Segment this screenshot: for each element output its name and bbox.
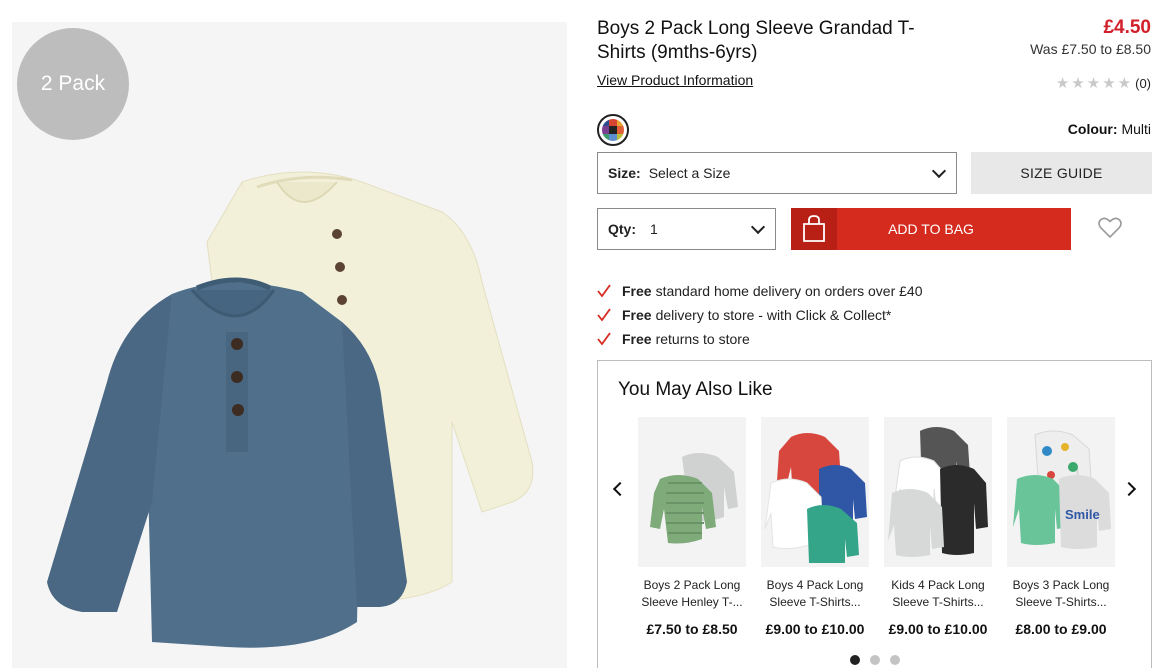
you-may-also-like-panel: You May Also Like Boys 2 Pack Long Sleev… — [597, 360, 1152, 668]
size-label: Size: — [608, 165, 641, 181]
recommendation-card[interactable]: Kids 4 Pack Long Sleeve T-Shirts... £9.0… — [884, 417, 992, 637]
quantity-value: 1 — [650, 221, 658, 237]
recommendation-price: £9.00 to £10.00 — [888, 621, 988, 637]
check-icon — [597, 332, 611, 346]
recommendation-name: Boys 2 Pack Long Sleeve Henley T-... — [641, 578, 743, 609]
recommendation-image — [761, 417, 869, 567]
recommendation-name: Kids 4 Pack Long Sleeve T-Shirts... — [891, 578, 985, 609]
rating-count: (0) — [1135, 76, 1151, 91]
recommendation-image — [884, 417, 992, 567]
recommendation-price: £7.50 to £8.50 — [646, 621, 738, 637]
benefit-bold: Free — [622, 307, 652, 323]
recommendations-title: You May Also Like — [618, 379, 773, 400]
bag-icon — [791, 208, 837, 250]
quantity-label: Qty: — [608, 221, 636, 237]
recommendation-name: Boys 4 Pack Long Sleeve T-Shirts... — [766, 578, 864, 609]
recommendation-image — [638, 417, 746, 567]
recommendation-name: Boys 3 Pack Long Sleeve T-Shirts... — [1012, 578, 1110, 609]
star-icon: ★ — [1071, 75, 1085, 92]
view-product-information-link[interactable]: View Product Information — [597, 72, 753, 88]
benefit-bold: Free — [622, 331, 652, 347]
recommendation-card[interactable]: Smile Boys 3 Pack Long Sleeve T-Shirts..… — [1007, 417, 1115, 637]
check-icon — [597, 284, 611, 298]
colour-value: Multi — [1121, 121, 1151, 137]
benefit-bold: Free — [622, 283, 652, 299]
star-icon: ★ — [1117, 75, 1132, 92]
chevron-right-icon[interactable] — [1121, 479, 1141, 499]
was-price: Was £7.50 to £8.50 — [1030, 41, 1151, 57]
svg-text:Smile: Smile — [1065, 507, 1100, 522]
pack-badge: 2 Pack — [17, 28, 129, 140]
colour-label: Colour: Multi — [1068, 121, 1151, 137]
benefit-item: Free returns to store — [597, 327, 923, 351]
rating-stars[interactable]: ★ ★ ★ ★ ★ (0) — [1056, 76, 1151, 91]
benefit-text: returns to store — [655, 331, 750, 347]
add-to-bag-button[interactable]: ADD TO BAG — [791, 208, 1071, 250]
check-icon — [597, 308, 611, 322]
star-icon: ★ — [1055, 75, 1070, 92]
carousel-dot[interactable] — [850, 655, 860, 665]
benefit-text: standard home delivery on orders over £4… — [655, 283, 923, 299]
quantity-select[interactable]: Qty: 1 — [597, 208, 776, 250]
chevron-down-icon — [931, 163, 947, 179]
product-price: £4.50 — [1103, 17, 1151, 38]
delivery-benefits: Free standard home delivery on orders ov… — [597, 279, 923, 351]
size-guide-button[interactable]: SIZE GUIDE — [971, 152, 1152, 194]
chevron-left-icon[interactable] — [608, 479, 628, 499]
colour-swatch-multi[interactable] — [597, 114, 629, 146]
size-value: Select a Size — [648, 165, 731, 181]
recommendation-image: Smile — [1007, 417, 1115, 567]
product-main-image[interactable]: 2 Pack — [12, 22, 567, 668]
recommendation-card[interactable]: Boys 2 Pack Long Sleeve Henley T-... £7.… — [638, 417, 746, 637]
product-title: Boys 2 Pack Long Sleeve Grandad T-Shirts… — [597, 18, 915, 63]
carousel-pagination — [850, 655, 900, 665]
benefit-item: Free standard home delivery on orders ov… — [597, 279, 923, 303]
benefit-item: Free delivery to store - with Click & Co… — [597, 303, 923, 327]
recommendation-price: £8.00 to £9.00 — [1015, 621, 1107, 637]
chevron-down-icon — [750, 219, 766, 235]
benefit-text: delivery to store - with Click & Collect… — [655, 307, 892, 323]
heart-icon[interactable] — [1098, 217, 1122, 244]
star-icon: ★ — [1102, 75, 1116, 92]
add-to-bag-label: ADD TO BAG — [888, 221, 974, 237]
size-select[interactable]: Size: Select a Size — [597, 152, 957, 194]
star-icon: ★ — [1086, 75, 1101, 92]
carousel-dot[interactable] — [870, 655, 880, 665]
recommendation-price: £9.00 to £10.00 — [765, 621, 865, 637]
carousel-dot[interactable] — [890, 655, 900, 665]
colour-label-title: Colour: — [1067, 121, 1118, 137]
recommendation-card[interactable]: Boys 4 Pack Long Sleeve T-Shirts... £9.0… — [761, 417, 869, 637]
